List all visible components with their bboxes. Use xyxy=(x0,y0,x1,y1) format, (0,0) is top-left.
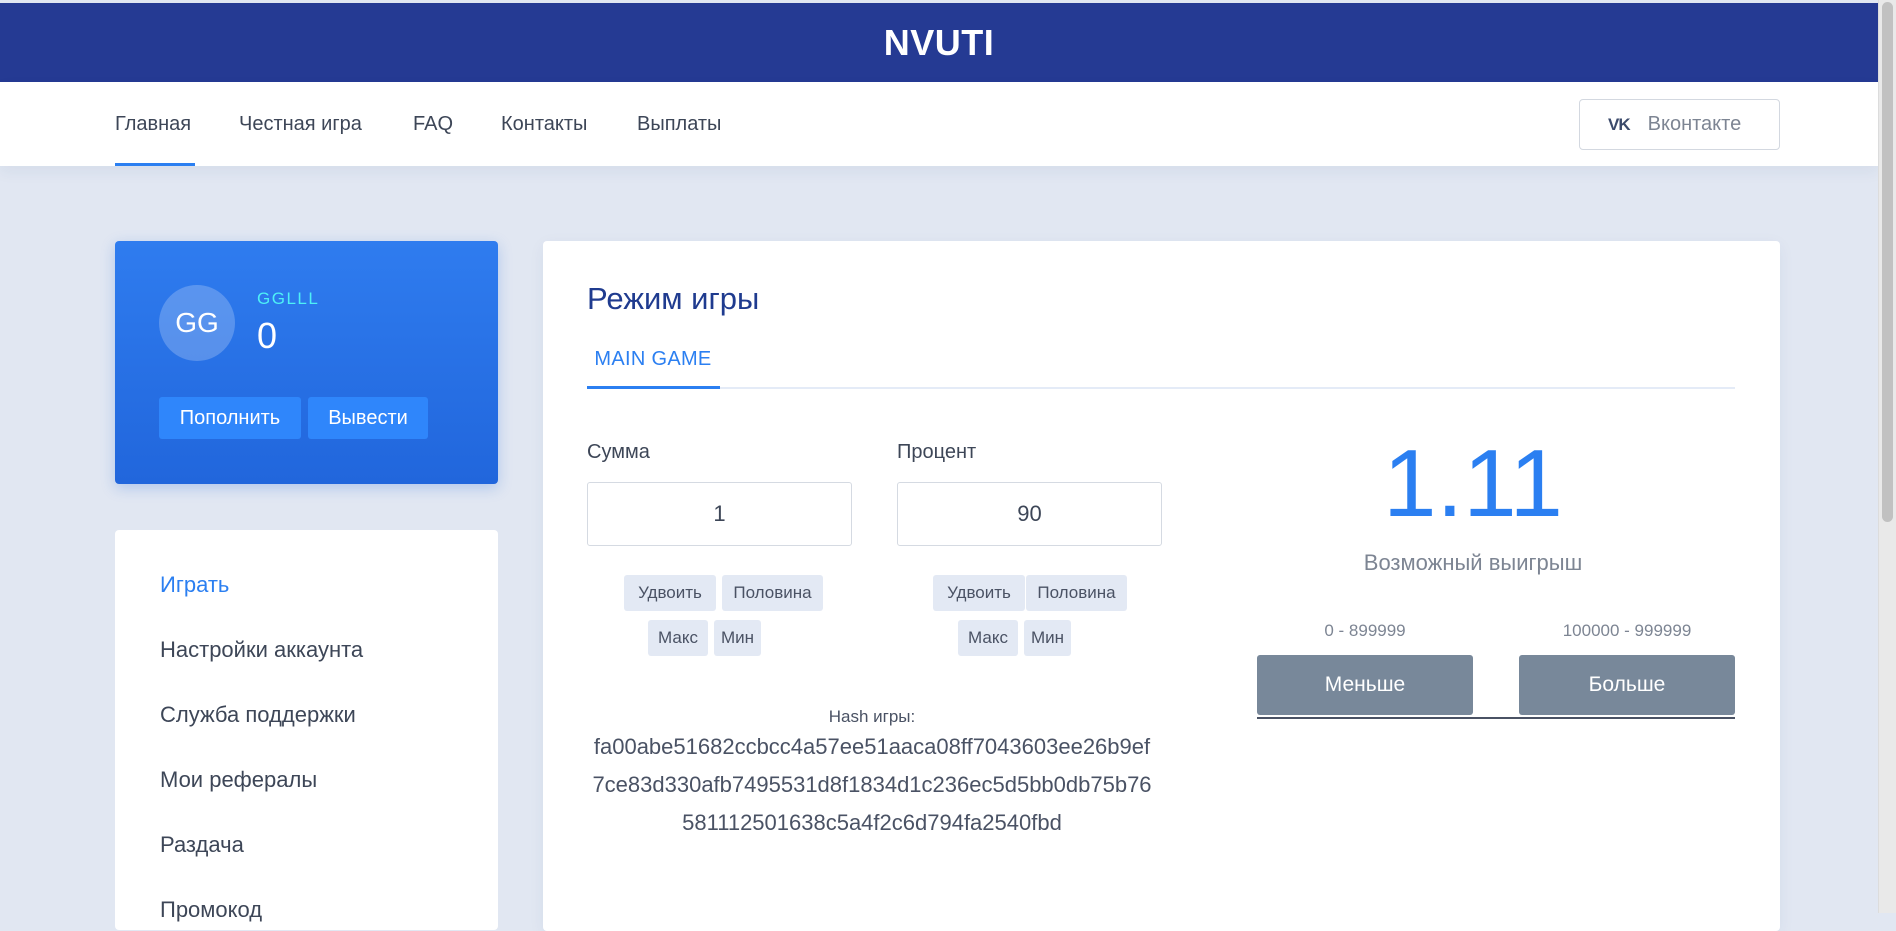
less-range: 0 - 899999 xyxy=(1324,621,1406,640)
amount-input[interactable] xyxy=(587,482,852,546)
brand-logo[interactable]: NVUTI xyxy=(884,22,995,64)
more-button[interactable]: Больше xyxy=(1519,655,1735,715)
page-title: Режим игры xyxy=(587,281,760,316)
hash-line: 581112501638c5a4f2c6d794fa2540fbd xyxy=(682,810,1062,835)
nav-link-faq[interactable]: FAQ xyxy=(413,82,453,166)
nav-link-payouts[interactable]: Выплаты xyxy=(637,82,721,166)
payout-label: Возможный выигрыш xyxy=(1363,550,1583,575)
amount-max-button[interactable]: Макс xyxy=(648,620,708,656)
amount-half-button[interactable]: Половина xyxy=(722,575,823,611)
profile-card: GG GGLLL 0 Пополнить Вывести xyxy=(115,241,498,484)
percent-double-button[interactable]: Удвоить xyxy=(933,575,1025,611)
side-item-play[interactable]: Играть xyxy=(160,572,229,598)
hash-line: 7ce83d330afb7495531d8f1834d1c236ec5d5bb0… xyxy=(592,772,1152,797)
hash-label: Hash игры: xyxy=(828,707,916,726)
site-header: NVUTI xyxy=(0,3,1878,82)
percent-min-button[interactable]: Мин xyxy=(1024,620,1071,656)
result-divider xyxy=(1257,717,1735,719)
side-item-support[interactable]: Служба поддержки xyxy=(160,702,356,728)
percent-half-button[interactable]: Половина xyxy=(1026,575,1127,611)
side-item-account-settings[interactable]: Настройки аккаунта xyxy=(160,637,363,663)
nav-link-home[interactable]: Главная xyxy=(115,82,191,166)
amount-double-button[interactable]: Удвоить xyxy=(624,575,716,611)
deposit-button[interactable]: Пополнить xyxy=(159,397,301,439)
percent-label: Процент xyxy=(897,441,977,463)
less-button[interactable]: Меньше xyxy=(1257,655,1473,715)
amount-min-button[interactable]: Мин xyxy=(714,620,761,656)
scrollbar-thumb[interactable] xyxy=(1882,2,1893,522)
tab-divider xyxy=(587,387,1735,389)
avatar: GG xyxy=(159,285,235,361)
main-nav: Главная Честная игра FAQ Контакты Выплат… xyxy=(0,82,1878,166)
amount-label: Сумма xyxy=(587,441,650,463)
nav-active-indicator xyxy=(115,163,195,166)
payout-multiplier: 1.11 xyxy=(1383,430,1563,537)
balance: 0 xyxy=(257,315,278,356)
side-menu: Играть Настройки аккаунта Служба поддерж… xyxy=(115,530,498,930)
nav-link-fair-game[interactable]: Честная игра xyxy=(239,82,362,166)
withdraw-button[interactable]: Вывести xyxy=(308,397,428,439)
percent-input[interactable] xyxy=(897,482,1162,546)
nav-link-contacts[interactable]: Контакты xyxy=(501,82,587,166)
percent-max-button[interactable]: Макс xyxy=(958,620,1018,656)
game-panel: Режим игры MAIN GAME Сумма Удвоить Полов… xyxy=(543,241,1780,931)
side-item-promocode[interactable]: Промокод xyxy=(160,897,262,923)
vk-icon: VK xyxy=(1608,114,1631,134)
vk-button-label: Вконтакте xyxy=(1647,113,1742,135)
tab-main-game[interactable]: MAIN GAME xyxy=(587,348,719,390)
hash-line: fa00abe51682ccbcc4a57ee51aaca08ff7043603… xyxy=(593,734,1151,759)
side-item-giveaway[interactable]: Раздача xyxy=(160,832,244,858)
page-scrollbar[interactable] xyxy=(1878,0,1896,913)
more-range: 100000 - 999999 xyxy=(1562,621,1692,640)
vk-button[interactable]: VK Вконтакте xyxy=(1579,99,1780,150)
side-item-referrals[interactable]: Мои рефералы xyxy=(160,767,317,793)
username: GGLLL xyxy=(257,289,320,308)
tab-active-indicator xyxy=(587,386,720,389)
